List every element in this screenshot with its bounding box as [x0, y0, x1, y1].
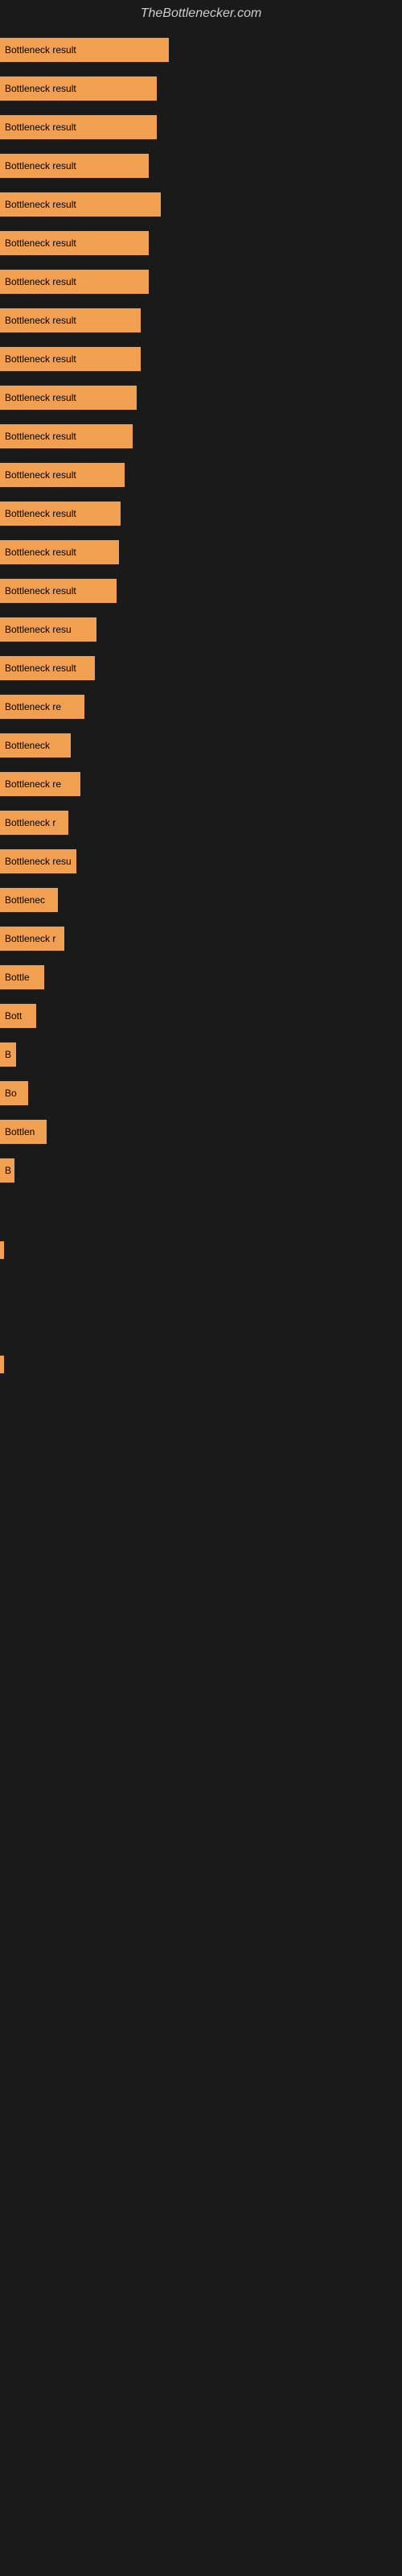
- page-wrapper: TheBottlenecker.com Bottleneck resultBot…: [0, 0, 402, 1470]
- small-bar-1: [0, 1241, 4, 1259]
- bar-row-12: Bottleneck result: [0, 456, 402, 494]
- bar-row-26: Bott: [0, 997, 402, 1035]
- bar-row-20: Bottleneck re: [0, 765, 402, 803]
- bar-label-2: Bottleneck result: [5, 83, 76, 94]
- bar-label-4: Bottleneck result: [5, 160, 76, 171]
- bar-row-13: Bottleneck result: [0, 494, 402, 533]
- bottleneck-bar-25: Bottle: [0, 965, 44, 989]
- spacer-3: [0, 1373, 402, 1422]
- bottleneck-bar-30: B: [0, 1158, 14, 1183]
- bar-label-23: Bottlenec: [5, 894, 45, 906]
- bar-label-16: Bottleneck resu: [5, 624, 72, 635]
- bottleneck-bar-13: Bottleneck result: [0, 502, 121, 526]
- bottleneck-bar-6: Bottleneck result: [0, 231, 149, 255]
- bar-row-22: Bottleneck resu: [0, 842, 402, 881]
- bar-row-30: B: [0, 1151, 402, 1190]
- bar-row-23: Bottlenec: [0, 881, 402, 919]
- bottleneck-bar-12: Bottleneck result: [0, 463, 125, 487]
- bar-label-18: Bottleneck re: [5, 701, 61, 712]
- bottleneck-bar-7: Bottleneck result: [0, 270, 149, 294]
- bottleneck-bar-27: B: [0, 1042, 16, 1067]
- bar-label-3: Bottleneck result: [5, 122, 76, 133]
- bar-label-7: Bottleneck result: [5, 276, 76, 287]
- bottleneck-bar-29: Bottlen: [0, 1120, 47, 1144]
- bottleneck-bar-24: Bottleneck r: [0, 927, 64, 951]
- bar-label-14: Bottleneck result: [5, 547, 76, 558]
- site-title: TheBottlenecker.com: [0, 0, 402, 27]
- bar-label-17: Bottleneck result: [5, 663, 76, 674]
- bottom-spacer: [0, 1193, 402, 1241]
- bar-label-9: Bottleneck result: [5, 353, 76, 365]
- bar-row-24: Bottleneck r: [0, 919, 402, 958]
- bar-label-1: Bottleneck result: [5, 44, 76, 56]
- bar-row-10: Bottleneck result: [0, 378, 402, 417]
- bar-row-19: Bottleneck: [0, 726, 402, 765]
- bar-label-30: B: [5, 1165, 11, 1176]
- bar-row-18: Bottleneck re: [0, 687, 402, 726]
- bar-row-5: Bottleneck result: [0, 185, 402, 224]
- bottleneck-bar-22: Bottleneck resu: [0, 849, 76, 873]
- bar-label-19: Bottleneck: [5, 740, 50, 751]
- bar-label-13: Bottleneck result: [5, 508, 76, 519]
- bar-row-28: Bo: [0, 1074, 402, 1113]
- bar-row-1: Bottleneck result: [0, 31, 402, 69]
- bar-row-3: Bottleneck result: [0, 108, 402, 147]
- bottleneck-bar-14: Bottleneck result: [0, 540, 119, 564]
- bar-label-27: B: [5, 1049, 11, 1060]
- bar-label-5: Bottleneck result: [5, 199, 76, 210]
- bar-row-9: Bottleneck result: [0, 340, 402, 378]
- bar-row-25: Bottle: [0, 958, 402, 997]
- bottleneck-bar-21: Bottleneck r: [0, 811, 68, 835]
- bottleneck-bar-15: Bottleneck result: [0, 579, 117, 603]
- bar-label-21: Bottleneck r: [5, 817, 55, 828]
- bottleneck-bar-18: Bottleneck re: [0, 695, 84, 719]
- bottleneck-bar-20: Bottleneck re: [0, 772, 80, 796]
- bottleneck-bar-28: Bo: [0, 1081, 28, 1105]
- bar-label-22: Bottleneck resu: [5, 856, 72, 867]
- bar-label-20: Bottleneck re: [5, 778, 61, 790]
- bottleneck-bar-23: Bottlenec: [0, 888, 58, 912]
- bar-row-6: Bottleneck result: [0, 224, 402, 262]
- bar-label-15: Bottleneck result: [5, 585, 76, 597]
- bar-row-16: Bottleneck resu: [0, 610, 402, 649]
- bar-row-2: Bottleneck result: [0, 69, 402, 108]
- bottleneck-bar-4: Bottleneck result: [0, 154, 149, 178]
- bar-row-8: Bottleneck result: [0, 301, 402, 340]
- bars-container: Bottleneck result Bottleneck result Bottle…: [0, 27, 402, 1193]
- bottleneck-bar-1: Bottleneck result: [0, 38, 169, 62]
- bottleneck-bar-2: Bottleneck result: [0, 76, 157, 101]
- bar-row-27: B: [0, 1035, 402, 1074]
- bar-label-12: Bottleneck result: [5, 469, 76, 481]
- bottleneck-bar-17: Bottleneck result: [0, 656, 95, 680]
- bottleneck-bar-19: Bottleneck: [0, 733, 71, 758]
- bar-row-14: Bottleneck result: [0, 533, 402, 572]
- bar-label-25: Bottle: [5, 972, 30, 983]
- bottleneck-bar-26: Bott: [0, 1004, 36, 1028]
- bar-row-17: Bottleneck result: [0, 649, 402, 687]
- bottleneck-bar-3: Bottleneck result: [0, 115, 157, 139]
- bottleneck-bar-8: Bottleneck result: [0, 308, 141, 332]
- bar-row-11: Bottleneck result: [0, 417, 402, 456]
- spacer-2: [0, 1307, 402, 1356]
- spacer-4: [0, 1422, 402, 1470]
- bottleneck-bar-5: Bottleneck result: [0, 192, 161, 217]
- bottleneck-bar-10: Bottleneck result: [0, 386, 137, 410]
- bar-row-15: Bottleneck result: [0, 572, 402, 610]
- bottleneck-bar-11: Bottleneck result: [0, 424, 133, 448]
- bar-label-8: Bottleneck result: [5, 315, 76, 326]
- bar-label-29: Bottlen: [5, 1126, 35, 1137]
- bar-row-4: Bottleneck result: [0, 147, 402, 185]
- bar-label-11: Bottleneck result: [5, 431, 76, 442]
- small-bar-2: [0, 1356, 4, 1373]
- bar-row-29: Bottlen: [0, 1113, 402, 1151]
- bar-label-28: Bo: [5, 1088, 17, 1099]
- bar-row-7: Bottleneck result: [0, 262, 402, 301]
- bar-label-26: Bott: [5, 1010, 22, 1022]
- bar-label-6: Bottleneck result: [5, 237, 76, 249]
- bar-label-10: Bottleneck result: [5, 392, 76, 403]
- bar-label-24: Bottleneck r: [5, 933, 55, 944]
- bar-row-21: Bottleneck r: [0, 803, 402, 842]
- bottleneck-bar-16: Bottleneck resu: [0, 617, 96, 642]
- bottleneck-bar-9: Bottleneck result: [0, 347, 141, 371]
